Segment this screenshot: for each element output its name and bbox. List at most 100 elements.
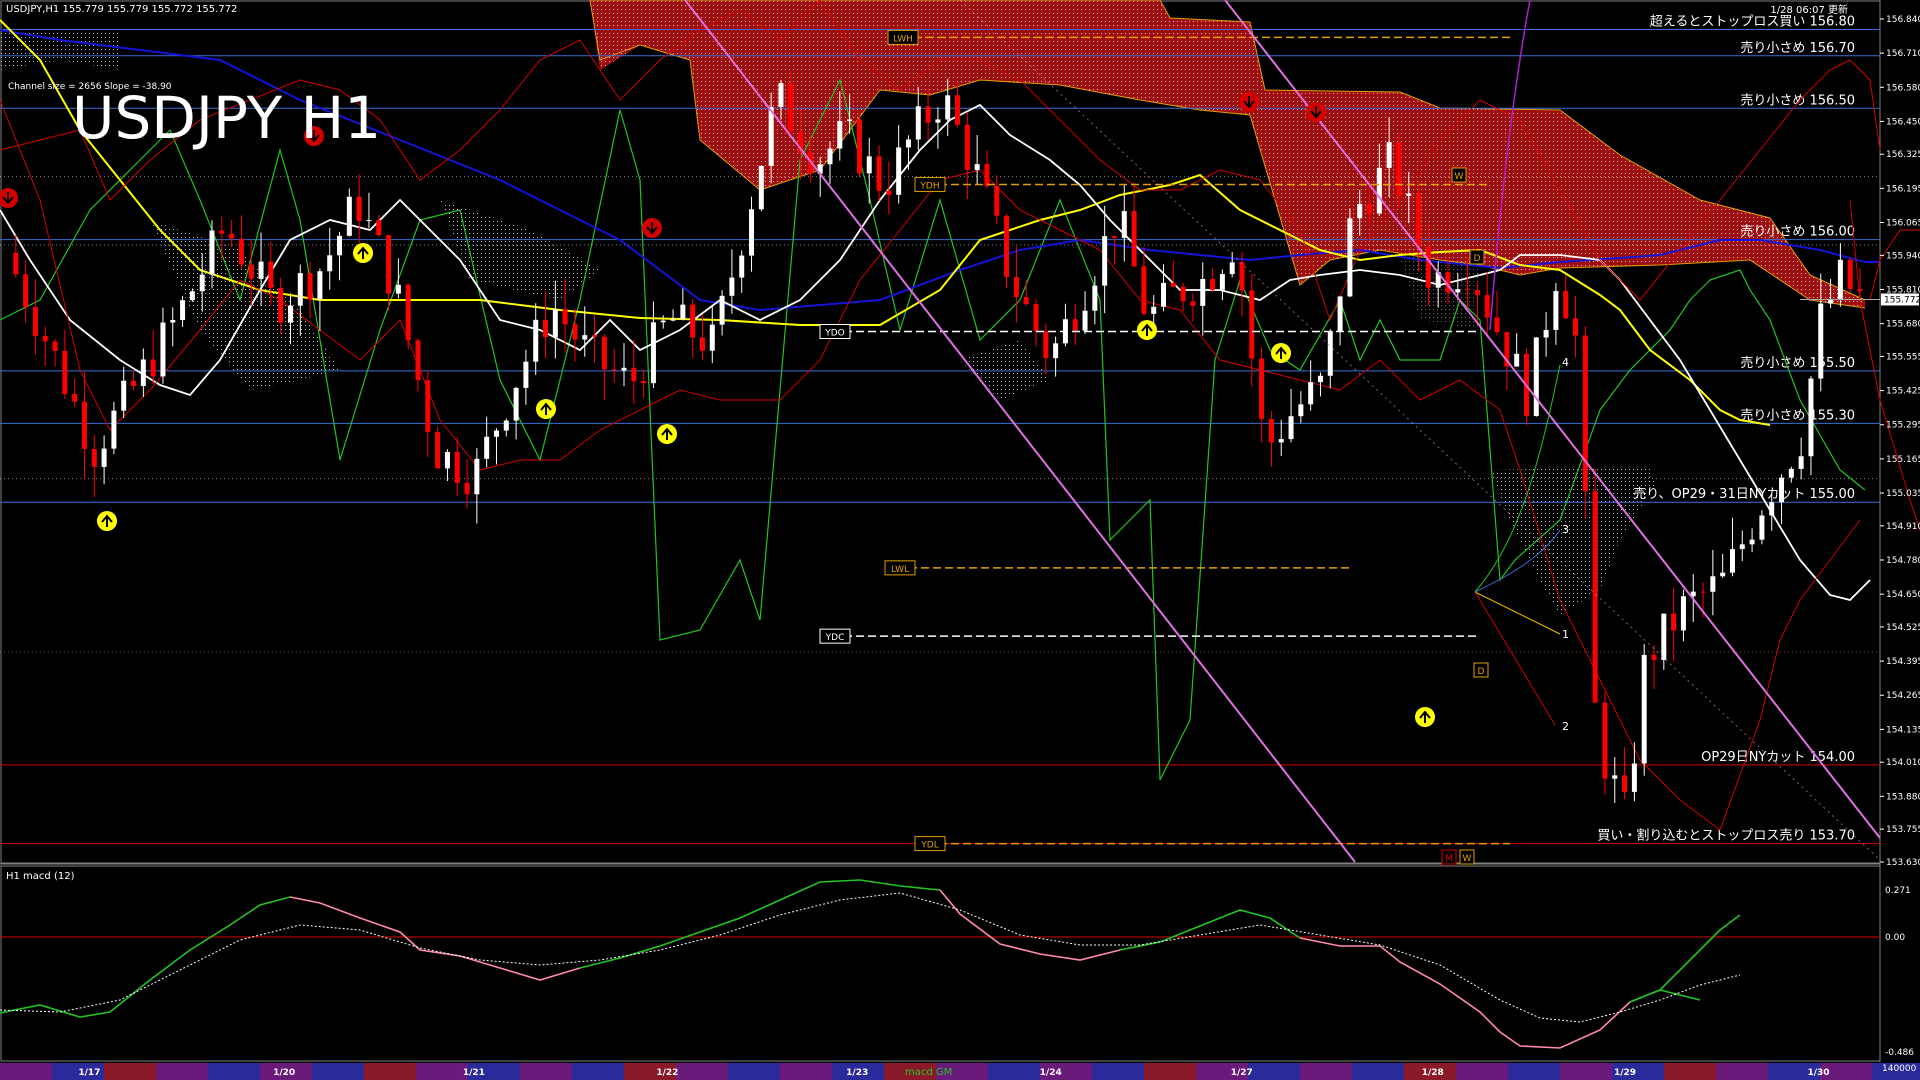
candle-body — [827, 148, 833, 165]
candle-body — [1219, 274, 1225, 290]
y-tick-label: 155.165 — [1886, 455, 1920, 465]
candle-body — [1661, 613, 1667, 660]
candle-body — [1200, 279, 1206, 306]
candle-body — [1710, 576, 1716, 592]
dot-region-3 — [440, 200, 600, 300]
ref-label-ydc: YDC — [825, 633, 845, 643]
date-band — [104, 1063, 156, 1080]
y-tick-label: 155.295 — [1886, 421, 1920, 431]
macd-line-seg-3 — [939, 889, 1121, 961]
y-tick-label: 154.010 — [1886, 758, 1920, 768]
candle-body — [1347, 218, 1353, 297]
candle-body — [32, 307, 38, 337]
price-chart[interactable]: 超えるとストップロス買い 156.80 売り小さめ 156.70 売り小さめ 156… — [0, 0, 1920, 1080]
date-band — [1300, 1063, 1352, 1080]
candle-body — [1425, 246, 1431, 288]
y-tick-label: 155.425 — [1886, 387, 1920, 397]
candle-body — [1004, 215, 1010, 278]
candle-body — [464, 482, 470, 495]
candle-body — [1533, 337, 1539, 417]
candle-body — [1121, 211, 1127, 238]
candle-body — [307, 273, 313, 300]
y-tick-label: 155.555 — [1886, 352, 1920, 362]
candle-body — [1563, 291, 1569, 319]
candle-body — [13, 252, 19, 275]
candle-body — [395, 284, 401, 294]
candle-body — [484, 436, 490, 459]
marker-label-0: W — [1455, 172, 1464, 182]
y-tick-label: 156.580 — [1886, 83, 1920, 93]
candle-body — [1298, 404, 1304, 417]
candle-body — [621, 367, 627, 371]
macd-bottom-label: macd GM — [905, 1067, 952, 1078]
candle-body — [376, 220, 382, 236]
candle-body — [1102, 236, 1108, 286]
candle-body — [150, 359, 156, 377]
candle-body — [1818, 303, 1824, 379]
candle-body — [1779, 477, 1785, 503]
y-tick-label: 154.525 — [1886, 623, 1920, 633]
macd-panel-frame — [0, 865, 1881, 1062]
candle-body — [513, 387, 519, 421]
candle-body — [435, 432, 441, 469]
date-band — [1092, 1063, 1144, 1080]
ref-label-lwh: LWH — [893, 34, 913, 44]
candle-body — [974, 164, 980, 170]
candle-body — [1465, 289, 1471, 291]
candle-body — [238, 238, 244, 265]
candle-body — [1396, 142, 1402, 196]
y-tick-label: 155.035 — [1886, 489, 1920, 499]
candle-body — [1170, 282, 1176, 287]
candle-body — [337, 235, 343, 256]
date-label-1-22: 1/22 — [656, 1068, 678, 1078]
candle-body — [503, 420, 509, 431]
candle-body — [1729, 549, 1735, 573]
date-label-1-17: 1/17 — [78, 1068, 100, 1078]
wave-label-3: 3 — [1562, 523, 1569, 536]
candle-body — [650, 322, 656, 384]
candle-body — [1043, 331, 1049, 359]
candle-body — [1033, 304, 1039, 332]
candle-body — [1082, 310, 1088, 331]
candle-body — [493, 430, 499, 437]
y-tick-label: 153.630 — [1886, 858, 1920, 868]
candle-body — [52, 341, 58, 351]
candle-body — [1180, 286, 1186, 302]
candle-body — [1720, 572, 1726, 577]
candle-body — [386, 235, 392, 294]
date-label-1-20: 1/20 — [273, 1068, 295, 1078]
date-band — [780, 1063, 832, 1080]
candle-body — [1857, 288, 1863, 291]
wave-label-2: 2 — [1562, 720, 1569, 733]
candle-body — [582, 335, 588, 340]
candle-body — [739, 255, 745, 278]
candle-body — [1111, 236, 1117, 238]
candle-body — [955, 95, 961, 125]
candle-body — [1131, 211, 1137, 267]
level-label-3: 売り小さめ 156.00 — [1740, 224, 1855, 240]
candle-body — [847, 119, 853, 122]
date-band — [988, 1063, 1040, 1080]
candle-body — [768, 106, 774, 166]
candle-body — [1847, 259, 1853, 289]
candle-body — [1092, 285, 1098, 311]
candle-body — [23, 274, 29, 308]
date-band — [1716, 1063, 1768, 1080]
candle-body — [366, 220, 372, 222]
candle-body — [278, 287, 284, 323]
candle-body — [1023, 296, 1029, 305]
candle-body — [1268, 418, 1274, 443]
candle-body — [1622, 775, 1628, 792]
wave-label-1: 1 — [1562, 628, 1569, 641]
candle-body — [719, 295, 725, 325]
macd-line-seg-1 — [289, 896, 581, 981]
candle-body — [994, 186, 1000, 216]
candle-body — [1671, 613, 1677, 631]
ref-label-ydl: YDL — [920, 841, 938, 851]
candle-body — [1278, 439, 1284, 443]
candle-body — [1317, 375, 1323, 383]
candle-body — [984, 164, 990, 187]
ref-label-ydh: YDH — [919, 181, 939, 191]
marker-label-3: M — [1445, 854, 1453, 864]
date-band — [312, 1063, 364, 1080]
